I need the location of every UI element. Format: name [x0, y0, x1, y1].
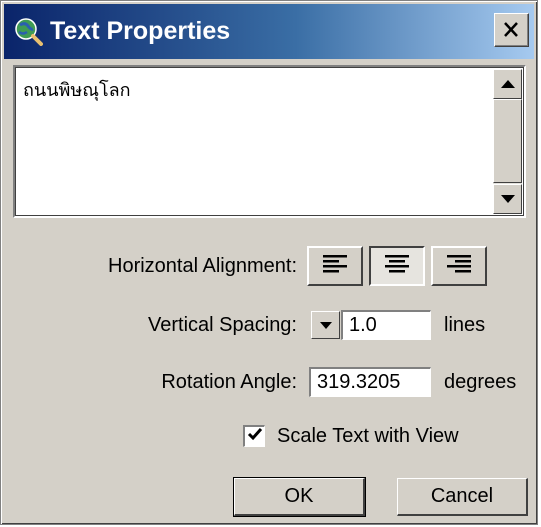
scale-text-label[interactable]: Scale Text with View: [277, 423, 459, 449]
checkmark-icon: [247, 427, 263, 446]
title-bar[interactable]: Text Properties: [4, 4, 534, 59]
scale-text-checkbox[interactable]: [243, 425, 265, 447]
align-right-button[interactable]: [431, 246, 487, 286]
cancel-button[interactable]: Cancel: [397, 478, 528, 516]
close-button[interactable]: [494, 13, 529, 47]
text-content-box[interactable]: ถนนพิษณุโลก: [13, 65, 526, 218]
chevron-down-icon: [319, 316, 332, 334]
align-center-icon: [384, 254, 410, 279]
vertical-spacing-input[interactable]: 1.0: [341, 310, 431, 340]
vertical-spacing-label: Vertical Spacing:: [148, 314, 297, 336]
vertical-spacing-dropdown-button[interactable]: [311, 311, 340, 339]
close-icon: [495, 22, 528, 50]
vertical-scrollbar[interactable]: [493, 69, 522, 214]
align-right-icon: [446, 254, 472, 279]
align-left-icon: [322, 254, 348, 279]
scroll-down-button[interactable]: [493, 184, 522, 214]
globe-magnifier-icon: [13, 16, 43, 46]
vertical-spacing-unit: lines: [444, 314, 486, 336]
scroll-up-button[interactable]: [493, 69, 522, 99]
align-center-button[interactable]: [369, 246, 425, 286]
scroll-thumb[interactable]: [493, 99, 522, 183]
align-left-button[interactable]: [307, 246, 363, 286]
horizontal-alignment-label: Horizontal Alignment:: [108, 255, 297, 277]
dialog-title: Text Properties: [50, 17, 231, 45]
rotation-angle-label: Rotation Angle:: [161, 371, 297, 393]
arrow-up-icon: [500, 75, 515, 93]
rotation-angle-unit: degrees: [444, 371, 517, 393]
arrow-down-icon: [500, 190, 515, 208]
rotation-angle-input[interactable]: 319.3205: [309, 367, 431, 397]
ok-button[interactable]: OK: [233, 477, 366, 517]
text-content[interactable]: ถนนพิษณุโลก: [23, 75, 490, 104]
text-properties-dialog: Text Properties ถนนพิษณุโลก Horizontal A…: [0, 0, 538, 525]
